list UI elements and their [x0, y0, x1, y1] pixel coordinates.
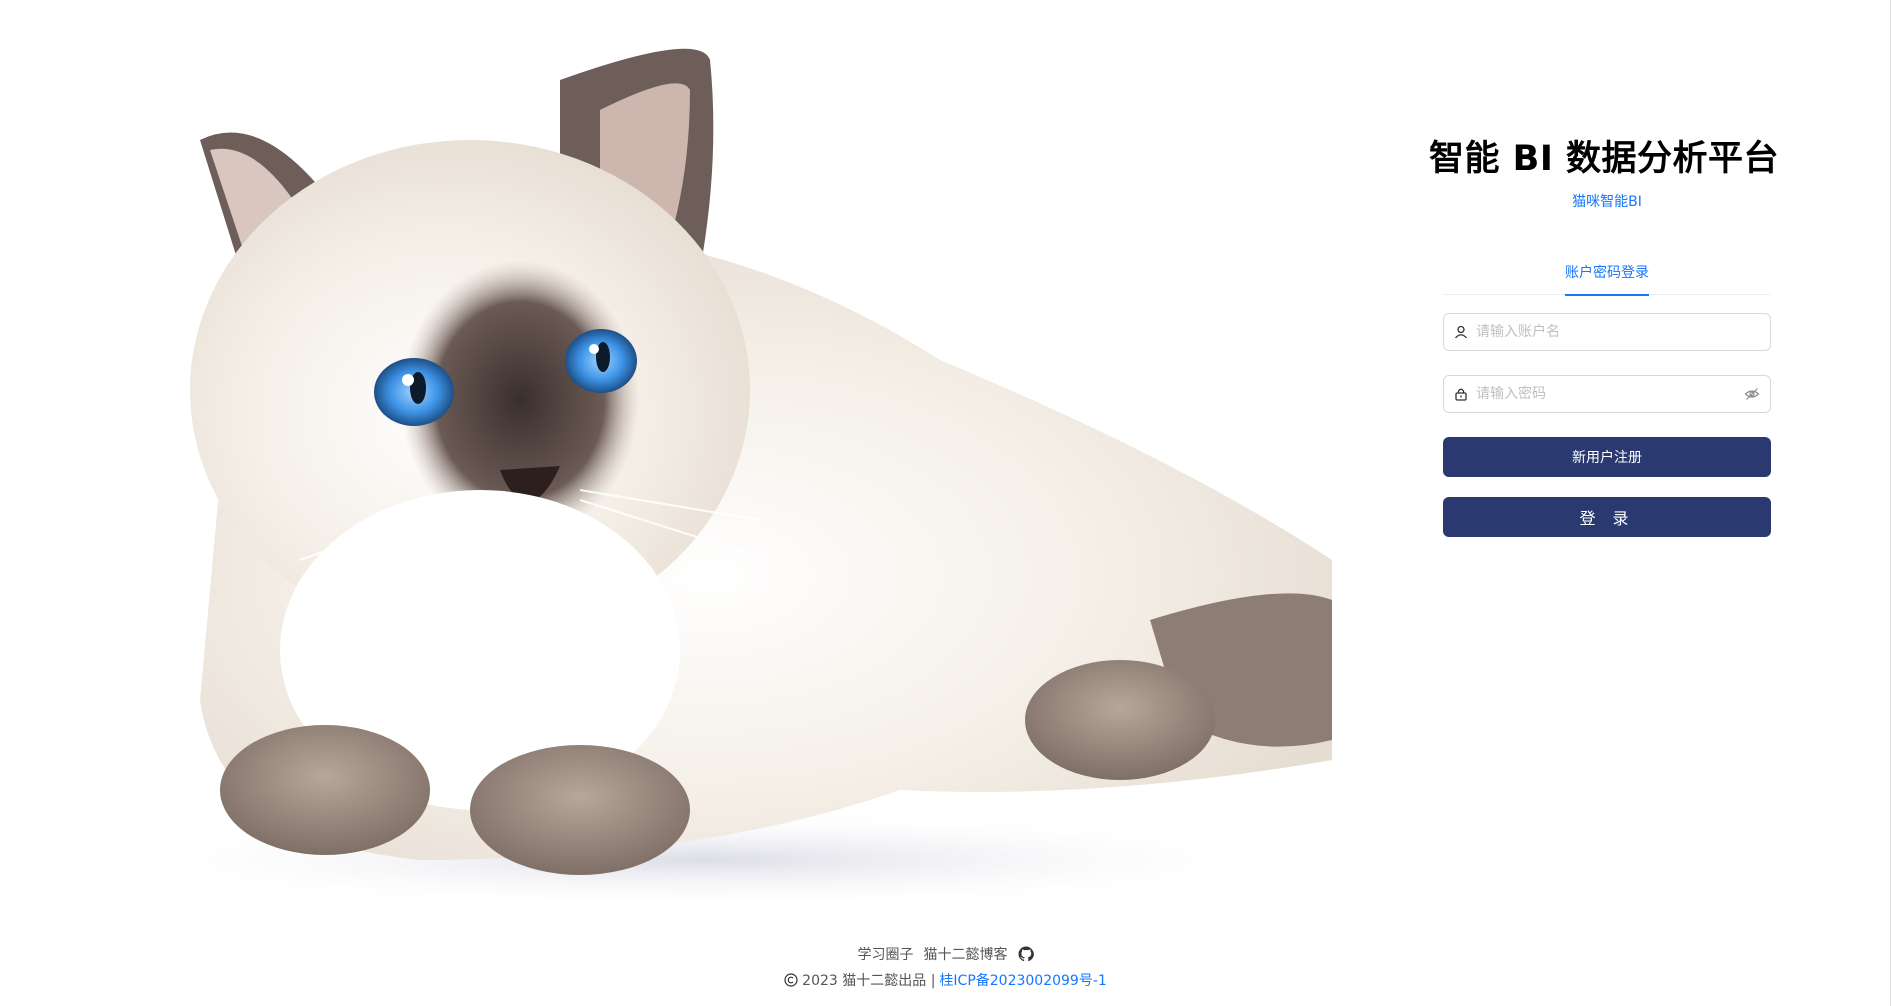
footer: 学习圈子 猫十二懿博客 2023 猫十二懿出品 | 桂ICP备202300209… — [0, 944, 1891, 990]
brand-header: 智能 BI 数据分析平台 — [1419, 130, 1779, 181]
register-button[interactable]: 新用户注册 — [1443, 437, 1771, 477]
login-tabs: 账户密码登录 — [1443, 261, 1771, 296]
footer-copyright: 2023 猫十二懿出品 | 桂ICP备2023002099号-1 — [0, 970, 1891, 990]
login-page: 智能 BI 数据分析平台 猫咪智能BI 账户密码登录 请输入账户名 新用户注册 … — [0, 0, 1891, 1006]
footer-link-learning[interactable]: 学习圈子 — [858, 944, 914, 964]
hero-cat-image — [0, 0, 1332, 900]
password-field[interactable] — [1443, 375, 1771, 413]
username-field[interactable] — [1443, 313, 1771, 351]
tab-account-password[interactable]: 账户密码登录 — [1565, 262, 1649, 296]
icp-link[interactable]: 桂ICP备2023002099号-1 — [939, 970, 1106, 990]
password-input[interactable] — [1474, 385, 1744, 403]
lock-icon — [1455, 388, 1467, 401]
footer-links: 学习圈子 猫十二懿博客 — [0, 944, 1891, 964]
copyright-text: 2023 猫十二懿出品 | — [802, 973, 936, 989]
user-icon — [1455, 325, 1467, 339]
page-title: 智能 BI 数据分析平台 — [1428, 139, 1780, 179]
footer-link-blog[interactable]: 猫十二懿博客 — [924, 944, 1008, 964]
github-icon[interactable] — [1018, 946, 1034, 962]
brand-subtitle: 猫咪智能BI — [1572, 194, 1642, 210]
login-panel: 智能 BI 数据分析平台 猫咪智能BI 账户密码登录 请输入账户名 新用户注册 … — [1429, 130, 1779, 537]
login-button[interactable]: 登 录 — [1443, 497, 1771, 537]
username-input[interactable] — [1474, 323, 1760, 341]
copyright-icon — [784, 973, 798, 987]
eye-invisible-icon[interactable] — [1744, 386, 1760, 402]
